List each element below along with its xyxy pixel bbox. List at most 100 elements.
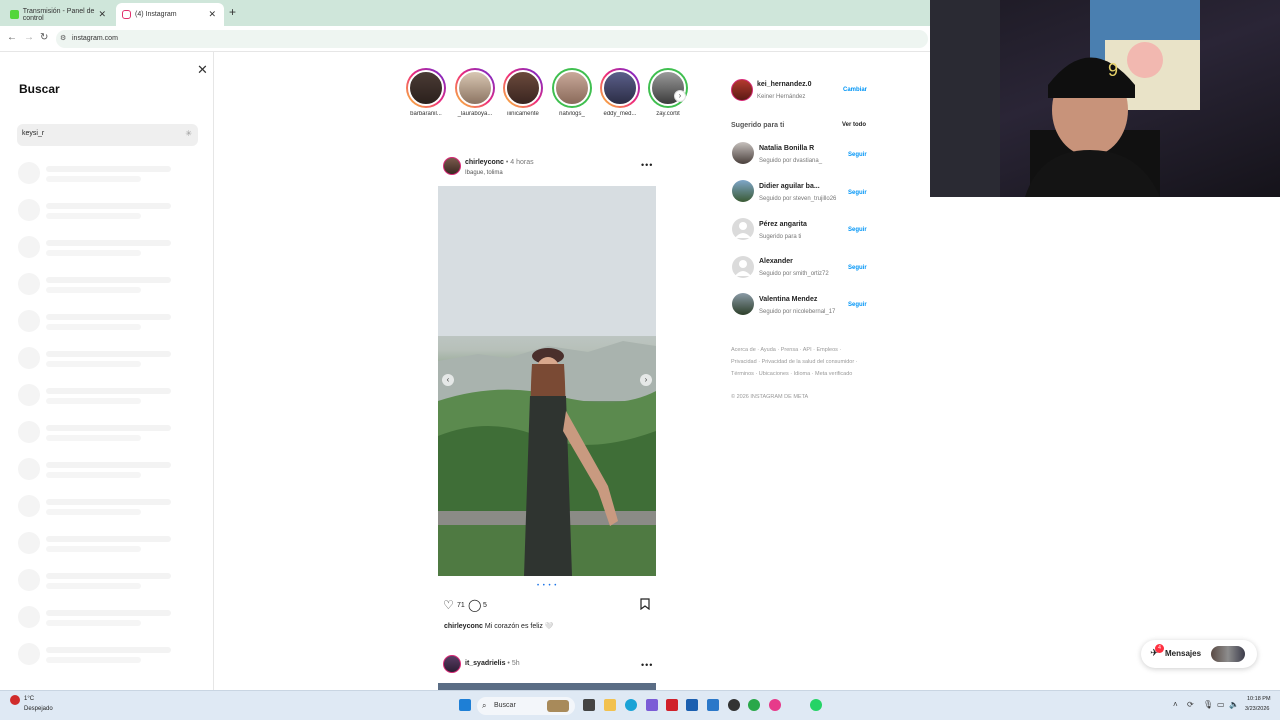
chevron-up-icon[interactable]: ˄ — [1173, 700, 1178, 709]
browser-tab-bar: Transmisión - Panel de control ✕ (4) Ins… — [0, 0, 930, 26]
url-text: instagram.com — [72, 35, 118, 42]
close-tab-icon[interactable]: ✕ — [98, 9, 106, 20]
suggestion-name[interactable]: Alexander — [759, 258, 793, 265]
post-location[interactable]: Ibague, tolima — [465, 170, 503, 176]
chevron-right-icon[interactable]: › — [640, 374, 652, 386]
follow-button[interactable]: Seguir — [848, 152, 867, 158]
current-username[interactable]: kei_hernandez.0 — [757, 81, 811, 88]
skeleton-line — [46, 287, 141, 293]
skeleton-row — [18, 606, 178, 628]
copyright: © 2026 INSTAGRAM DE META — [731, 394, 809, 400]
story-item[interactable]: natvlogs_ — [550, 68, 594, 117]
post-caption: chirleyconc Mi corazón es feliz 🤍 — [444, 622, 554, 630]
suggestion-name[interactable]: Natalia Bonilla R — [759, 145, 814, 152]
microphone-icon[interactable]: 🎙 — [1203, 700, 1213, 709]
avatar[interactable] — [443, 655, 461, 673]
url-field[interactable]: ⚙ instagram.com — [56, 30, 928, 48]
follow-button[interactable]: Seguir — [848, 227, 867, 233]
weather-alert-icon[interactable] — [10, 695, 20, 705]
obs-icon[interactable] — [728, 699, 740, 711]
avatar — [505, 70, 541, 106]
clock-date[interactable]: 3/23/2026 — [1245, 706, 1269, 712]
forward-icon[interactable]: → — [24, 32, 34, 43]
edge-icon[interactable] — [625, 699, 637, 711]
new-tab-button[interactable]: + — [229, 5, 236, 19]
weather-desc[interactable]: Despejado — [24, 706, 53, 712]
story-item[interactable]: _lauraboya... — [453, 68, 497, 117]
suggestion-name[interactable]: Didier aguilar ba... — [759, 183, 820, 190]
avatar[interactable] — [443, 157, 461, 175]
skeleton-line — [46, 425, 171, 431]
skeleton-avatar — [18, 384, 40, 406]
back-icon[interactable]: ← — [7, 32, 17, 43]
suggestion-name[interactable]: Pérez angarita — [759, 221, 807, 228]
suggestion-name[interactable]: Valentina Mendez — [759, 296, 817, 303]
avatar[interactable] — [732, 142, 754, 164]
story-ring — [600, 68, 640, 108]
start-icon[interactable] — [459, 699, 471, 711]
monitor-icon[interactable]: ▭ — [1217, 700, 1225, 709]
tab-transmision[interactable]: Transmisión - Panel de control ✕ — [4, 3, 114, 26]
skeleton-line — [46, 203, 171, 209]
comment-icon[interactable]: ◯ — [468, 598, 481, 612]
post-username[interactable]: chirleyconc — [465, 159, 504, 166]
next-post-header: it_syadrielis • 5h — [465, 660, 520, 667]
weather-temp[interactable]: 1°C — [24, 696, 34, 702]
whatsapp-icon[interactable] — [810, 699, 822, 711]
search-input[interactable]: keysi_r ✳ — [17, 124, 198, 146]
update-icon[interactable]: ⟳ — [1187, 700, 1194, 709]
story-item[interactable]: eddy_med... — [598, 68, 642, 117]
site-info-icon[interactable]: ⚙ — [60, 30, 66, 48]
switch-account-link[interactable]: Cambiar — [843, 87, 867, 93]
suggestion-sub: Sugerido para ti — [759, 234, 802, 240]
bookmark-icon[interactable] — [640, 598, 650, 613]
tab-instagram[interactable]: (4) Instagram ✕ — [116, 3, 224, 26]
skeleton-line — [46, 499, 171, 505]
skeleton-line — [46, 324, 141, 330]
skeleton-line — [46, 166, 171, 172]
file-explorer-icon[interactable] — [604, 699, 616, 711]
messages-button[interactable]: ✈ 4 Mensajes — [1141, 640, 1257, 668]
footer-links[interactable]: Privacidad · Privacidad de la salud del … — [731, 359, 858, 365]
follow-button[interactable]: Seguir — [848, 265, 867, 271]
chevron-right-icon[interactable]: › — [674, 90, 686, 102]
caption-username[interactable]: chirleyconc — [444, 623, 483, 630]
follow-button[interactable]: Seguir — [848, 302, 867, 308]
footer-links[interactable]: Acerca de · Ayuda · Prensa · API · Emple… — [731, 347, 841, 353]
clock-time[interactable]: 10:18 PM — [1247, 696, 1271, 702]
app-l-icon[interactable] — [666, 699, 678, 711]
post-image[interactable] — [438, 186, 656, 576]
avatar[interactable] — [732, 180, 754, 202]
skeleton-avatar — [18, 162, 40, 184]
more-options-icon[interactable]: ••• — [641, 160, 653, 170]
heart-icon[interactable]: ♡ — [443, 598, 454, 612]
skeleton-line — [46, 388, 171, 394]
avatar[interactable] — [731, 79, 753, 101]
chrome-icon[interactable] — [748, 699, 760, 711]
copilot-icon[interactable] — [646, 699, 658, 711]
close-icon[interactable]: ✕ — [197, 62, 208, 78]
app-store-icon[interactable] — [686, 699, 698, 711]
taskbar-search[interactable]: ⌕ Buscar — [477, 697, 575, 715]
volume-icon[interactable]: 🔈 — [1229, 700, 1239, 709]
more-options-icon[interactable]: ••• — [641, 660, 653, 670]
footer-links[interactable]: Términos · Ubicaciones · Idioma · Meta v… — [731, 371, 852, 377]
opera-icon[interactable] — [769, 699, 781, 711]
skeleton-line — [46, 647, 171, 653]
default-avatar-icon[interactable] — [732, 218, 754, 240]
post-username[interactable]: it_syadrielis — [465, 660, 505, 667]
default-avatar-icon[interactable] — [732, 256, 754, 278]
avatar[interactable] — [732, 293, 754, 315]
reload-icon[interactable]: ↻ — [40, 32, 48, 43]
story-item[interactable]: barbaranil... — [404, 68, 448, 117]
skeleton-row — [18, 421, 178, 443]
next-post-image[interactable] — [438, 683, 656, 690]
app-blue-icon[interactable] — [707, 699, 719, 711]
task-view-icon[interactable] — [583, 699, 595, 711]
close-tab-icon[interactable]: ✕ — [208, 9, 216, 20]
follow-button[interactable]: Seguir — [848, 190, 867, 196]
story-item[interactable]: iiinicamente — [501, 68, 545, 117]
chevron-left-icon[interactable]: ‹ — [442, 374, 454, 386]
carousel-dots: • • • • — [537, 583, 558, 589]
see-all-link[interactable]: Ver todo — [842, 122, 866, 128]
